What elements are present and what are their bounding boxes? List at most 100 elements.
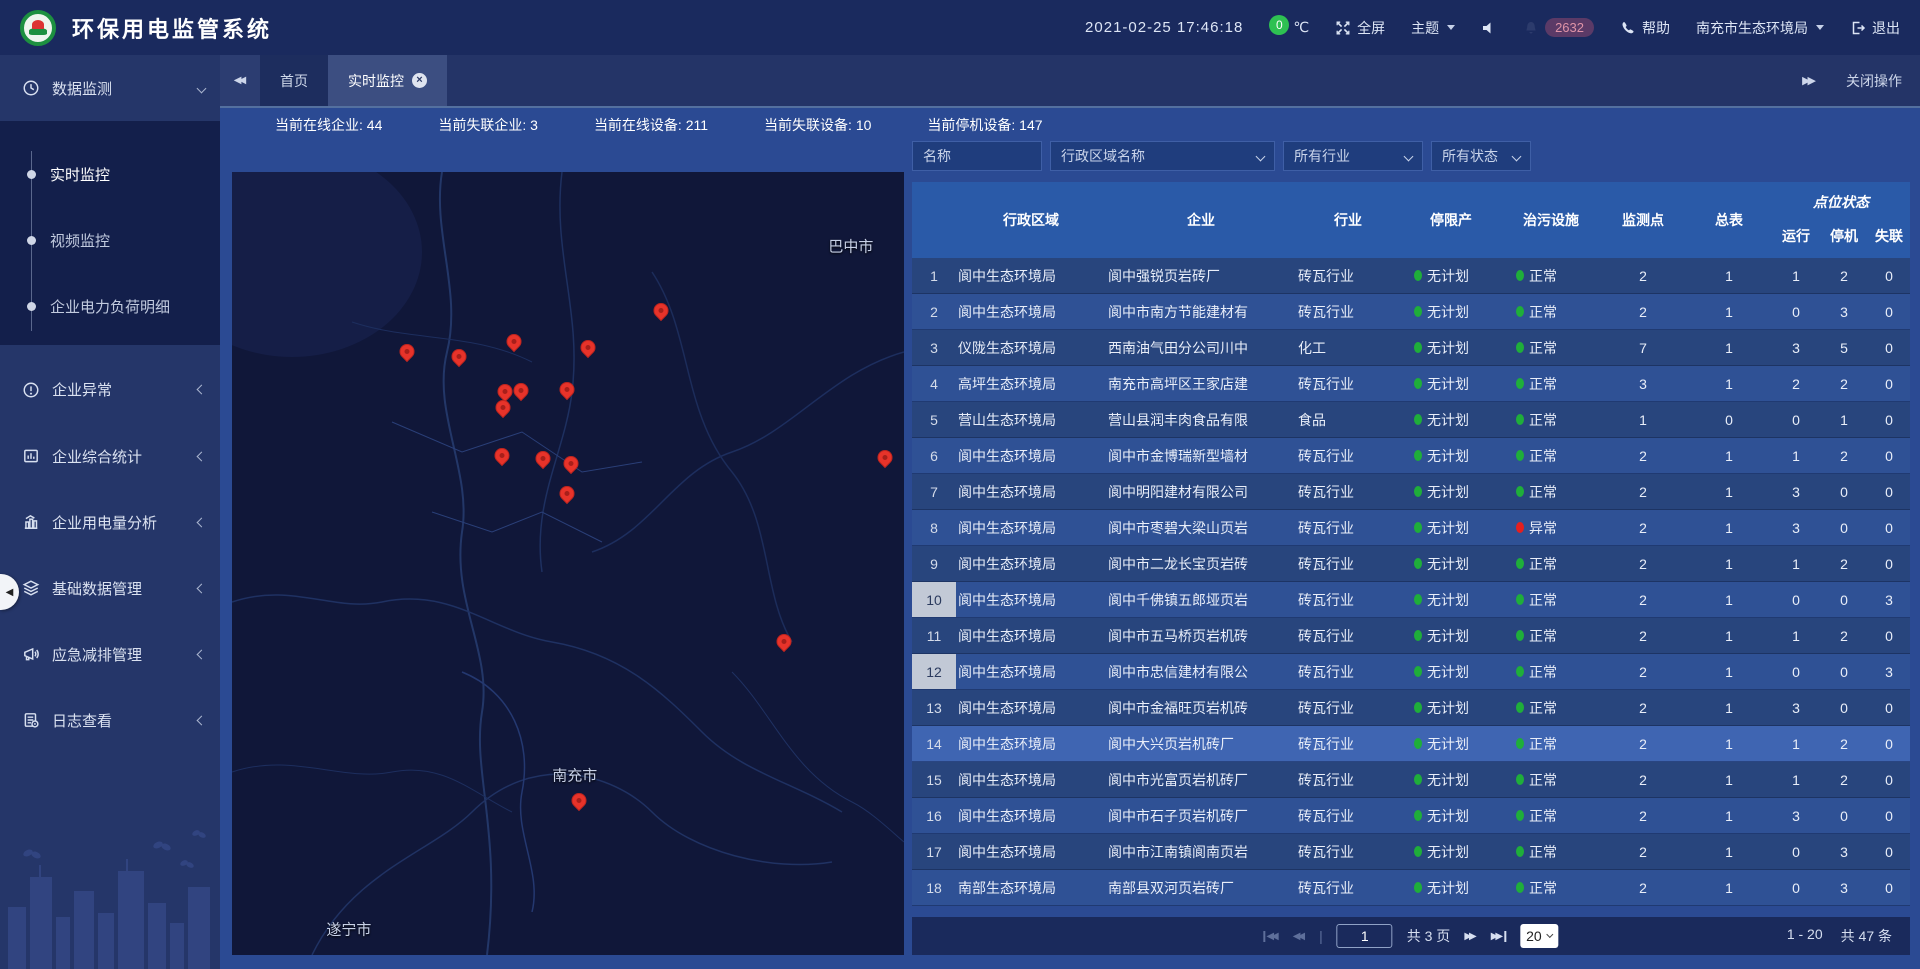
cell-industry: 砖瓦行业 (1296, 366, 1400, 401)
tab-label: 实时监控 (348, 71, 404, 91)
cell-industry: 砖瓦行业 (1296, 258, 1400, 293)
cell-limit-production: 无计划 (1400, 798, 1502, 833)
cell-industry: 食品 (1296, 402, 1400, 437)
row-number: 14 (912, 726, 956, 761)
table-row[interactable]: 9阆中生态环境局阆中市二龙长宝页岩砖砖瓦行业无计划正常21120 (912, 546, 1910, 582)
status-select[interactable]: 所有状态 (1431, 141, 1531, 171)
prev-page-button[interactable]: ◀◀ (1293, 931, 1305, 942)
table-row[interactable]: 2阆中生态环境局阆中市南方节能建材有砖瓦行业无计划正常21030 (912, 294, 1910, 330)
log-icon (22, 711, 40, 729)
speaker-icon[interactable] (1481, 20, 1497, 36)
table-row[interactable]: 5营山生态环境局营山县润丰肉食品有限食品无计划正常10010 (912, 402, 1910, 438)
table-row[interactable]: 4高坪生态环境局南充市高坪区王家店建砖瓦行业无计划正常31220 (912, 366, 1910, 402)
cell-running: 1 (1772, 546, 1820, 581)
table-row[interactable]: 1阆中生态环境局阆中强锐页岩砖厂砖瓦行业无计划正常21120 (912, 258, 1910, 294)
sidebar-item-5[interactable]: 应急减排管理 (0, 621, 220, 687)
sidebar-nav: 数据监测实时监控视频监控企业电力负荷明细企业异常企业综合统计企业用电量分析基础数… (0, 55, 220, 969)
row-number: 3 (912, 330, 956, 365)
cell-region: 阆中生态环境局 (956, 438, 1106, 473)
cell-running: 1 (1772, 618, 1820, 653)
row-number: 11 (912, 618, 956, 653)
cell-monitor-points: 2 (1600, 726, 1686, 761)
tab-close-icon[interactable]: × (412, 73, 427, 88)
cell-region: 仪陇生态环境局 (956, 330, 1106, 365)
fullscreen-button[interactable]: 全屏 (1335, 18, 1385, 38)
table-row[interactable]: 17阆中生态环境局阆中市江南镇阆南页岩砖瓦行业无计划正常21030 (912, 834, 1910, 870)
cell-monitor-points: 2 (1600, 258, 1686, 293)
sidebar-item-3[interactable]: 企业用电量分析 (0, 489, 220, 555)
sidebar-item-0[interactable]: 数据监测 (0, 55, 220, 121)
cell-lost: 0 (1868, 474, 1910, 509)
industry-select[interactable]: 所有行业 (1283, 141, 1423, 171)
cell-company: 南充市高坪区王家店建 (1106, 366, 1296, 401)
sidebar-subitem[interactable]: 实时监控 (0, 141, 220, 207)
cell-industry: 砖瓦行业 (1296, 762, 1400, 797)
sidebar-item-4[interactable]: 基础数据管理 (0, 555, 220, 621)
table-row[interactable]: 8阆中生态环境局阆中市枣碧大梁山页岩砖瓦行业无计划异常21300 (912, 510, 1910, 546)
cell-stopped: 0 (1820, 510, 1868, 545)
table-row[interactable]: 6阆中生态环境局阆中市金博瑞新型墙材砖瓦行业无计划正常21120 (912, 438, 1910, 474)
page-size-select[interactable]: 20 (1520, 924, 1559, 948)
cell-stopped: 0 (1820, 474, 1868, 509)
cell-company: 阆中明阳建材有限公司 (1106, 474, 1296, 509)
name-search-input-wrap (912, 141, 1042, 171)
cell-running: 3 (1772, 330, 1820, 365)
sidebar-subitem[interactable]: 视频监控 (0, 207, 220, 273)
logout-button[interactable]: 退出 (1850, 18, 1900, 38)
table-row[interactable]: 14阆中生态环境局阆中大兴页岩机砖厂砖瓦行业无计划正常21120 (912, 726, 1910, 762)
status-dot-green (1516, 846, 1524, 857)
cell-industry: 砖瓦行业 (1296, 510, 1400, 545)
tab-实时监控[interactable]: 实时监控 × (328, 55, 447, 106)
table-row[interactable]: 10阆中生态环境局阆中千佛镇五郎垭页岩砖瓦行业无计划正常21003 (912, 582, 1910, 618)
first-page-button[interactable]: ◀◀ (1263, 931, 1278, 942)
sidebar-item-6[interactable]: 日志查看 (0, 687, 220, 753)
sidebar-item-2[interactable]: 企业综合统计 (0, 423, 220, 489)
row-number: 1 (912, 258, 956, 293)
chevron-left-icon (197, 385, 207, 395)
table-row[interactable]: 15阆中生态环境局阆中市光富页岩机砖厂砖瓦行业无计划正常21120 (912, 762, 1910, 798)
user-dropdown[interactable]: 南充市生态环境局 (1696, 18, 1824, 38)
status-dot-green (1516, 486, 1524, 497)
name-search-input[interactable] (923, 148, 1031, 164)
map-panel[interactable]: 巴中市南充市遂宁市 (232, 172, 904, 955)
column-header-行业: 行业 (1296, 182, 1400, 258)
table-row[interactable]: 7阆中生态环境局阆中明阳建材有限公司砖瓦行业无计划正常21300 (912, 474, 1910, 510)
sidebar-item-label: 基础数据管理 (52, 578, 142, 599)
table-row[interactable]: 16阆中生态环境局阆中市石子页岩机砖厂砖瓦行业无计划正常21300 (912, 798, 1910, 834)
cell-pollution-facility: 正常 (1502, 654, 1600, 689)
cell-stopped: 0 (1820, 654, 1868, 689)
sidebar-subitem-label: 视频监控 (50, 230, 110, 251)
page-number-input[interactable] (1337, 924, 1393, 948)
sidebar-item-1[interactable]: 企业异常 (0, 356, 220, 423)
cell-limit-production: 无计划 (1400, 618, 1502, 653)
row-number: 4 (912, 366, 956, 401)
app-window: 环保用电监管系统 2021-02-25 17:46:18 0 ℃ 全屏 主题 (0, 0, 1920, 969)
pager-divider: | (1319, 928, 1323, 944)
table-row[interactable]: 18南部生态环境局南部县双河页岩砖厂砖瓦行业无计划正常21030 (912, 870, 1910, 906)
region-select[interactable]: 行政区域名称 (1050, 141, 1275, 171)
cell-industry: 砖瓦行业 (1296, 834, 1400, 869)
tab-首页[interactable]: 首页 (260, 55, 328, 106)
sidebar-subitem[interactable]: 企业电力负荷明细 (0, 273, 220, 339)
next-page-button[interactable]: ▶▶ (1464, 931, 1476, 942)
tabs-scroll-left-button[interactable]: ◀◀ (220, 55, 260, 106)
cell-stopped: 0 (1820, 690, 1868, 725)
table-row[interactable]: 3仪陇生态环境局西南油气田分公司川中化工无计划正常71350 (912, 330, 1910, 366)
cell-industry: 砖瓦行业 (1296, 654, 1400, 689)
cell-monitor-points: 2 (1600, 690, 1686, 725)
cell-monitor-points: 2 (1600, 438, 1686, 473)
cell-pollution-facility: 正常 (1502, 438, 1600, 473)
chevron-down-icon (1547, 931, 1554, 938)
cell-lost: 0 (1868, 258, 1910, 293)
tabs-scroll-right-button double-chevron-right-icon[interactable]: ▶▶ (1802, 74, 1816, 87)
last-page-button[interactable]: ▶▶ (1491, 931, 1506, 942)
cell-limit-production: 无计划 (1400, 402, 1502, 437)
table-row[interactable]: 12阆中生态环境局阆中市忠信建材有限公砖瓦行业无计划正常21003 (912, 654, 1910, 690)
theme-dropdown[interactable]: 主题 (1411, 18, 1455, 38)
table-row[interactable]: 13阆中生态环境局阆中市金福旺页岩机砖砖瓦行业无计划正常21300 (912, 690, 1910, 726)
table-row[interactable]: 11阆中生态环境局阆中市五马桥页岩机砖砖瓦行业无计划正常21120 (912, 618, 1910, 654)
close-operations-button[interactable]: 关闭操作 (1846, 71, 1902, 91)
help-button[interactable]: 帮助 (1620, 18, 1670, 38)
notification-widget[interactable]: 2632 (1523, 18, 1594, 37)
row-number: 13 (912, 690, 956, 725)
